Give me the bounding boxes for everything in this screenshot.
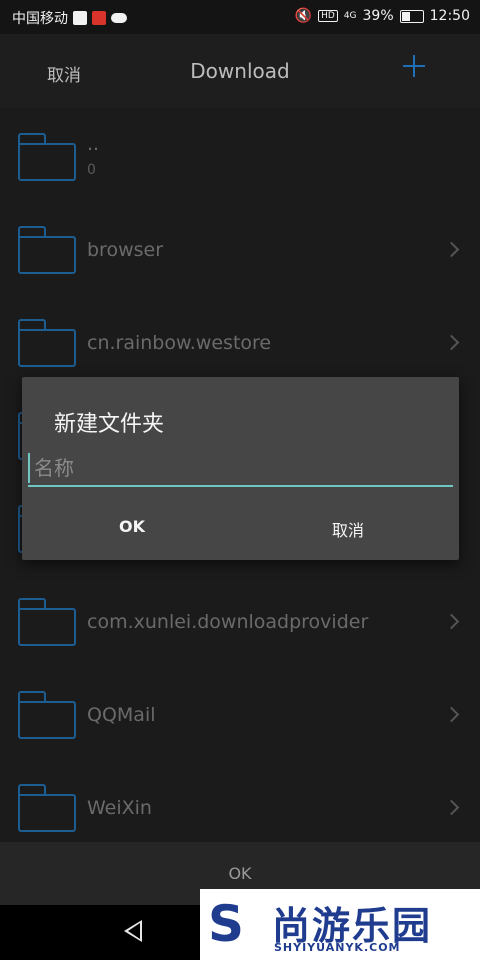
watermark-url: SHYIYUANYK.COM [274,941,401,954]
folder-name: QQMail [87,704,156,726]
folder-row-weixin[interactable]: WeiXin [0,759,480,852]
network-type-label: 4G [343,11,357,21]
battery-icon [399,9,424,23]
folder-icon [18,784,76,832]
cloud-icon [111,13,127,23]
clock: 12:50 [429,8,470,24]
back-icon[interactable] [124,920,142,942]
folder-row-browser[interactable]: browser [0,201,480,294]
dialog-title: 新建文件夹 [54,412,165,437]
folder-name: browser [87,239,164,261]
folder-row-qqmail[interactable]: QQMail [0,666,480,759]
app-header: 取消 Download [0,34,480,108]
folder-row-parent[interactable]: .. 0 [0,108,480,201]
chevron-right-icon [443,613,460,630]
chevron-right-icon [443,241,460,258]
folder-icon [18,226,76,274]
mute-icon: 🔇 [294,8,313,24]
folder-icon [18,598,76,646]
status-bar: 中国移动 🔇 HD 4G 39% 12:50 [0,0,480,34]
dialog-cancel-button[interactable]: 取消 [332,517,364,541]
app-notification-icon [92,11,106,25]
confirm-button[interactable]: OK [0,864,480,883]
hd-icon: HD [318,10,338,22]
folder-name-input[interactable] [28,451,453,487]
folder-name: com.xunlei.downloadprovider [87,611,369,633]
carrier-label: 中国移动 [12,11,68,27]
folder-name: cn.rainbow.westore [87,332,272,354]
folder-count: 0 [87,162,96,178]
dialog-ok-button[interactable]: OK [119,517,145,536]
battery-percent: 39% [362,8,394,24]
folder-name: .. [87,133,100,155]
add-folder-icon[interactable] [400,52,428,80]
folder-name: WeiXin [87,797,152,819]
folder-icon [18,319,76,367]
folder-icon [18,133,76,181]
folder-icon [18,691,76,739]
watermark-letter: S [208,895,245,953]
watermark-logo: S 尚游乐园 SHYIYUANYK.COM [200,889,480,960]
folder-row-xunlei[interactable]: com.xunlei.downloadprovider [0,573,480,666]
chevron-right-icon [443,334,460,351]
media-play-icon [73,11,87,25]
folder-row-westore[interactable]: cn.rainbow.westore [0,294,480,387]
chevron-right-icon [443,799,460,816]
new-folder-dialog: 新建文件夹 OK 取消 [22,377,459,560]
text-cursor [28,453,30,483]
chevron-right-icon [443,706,460,723]
